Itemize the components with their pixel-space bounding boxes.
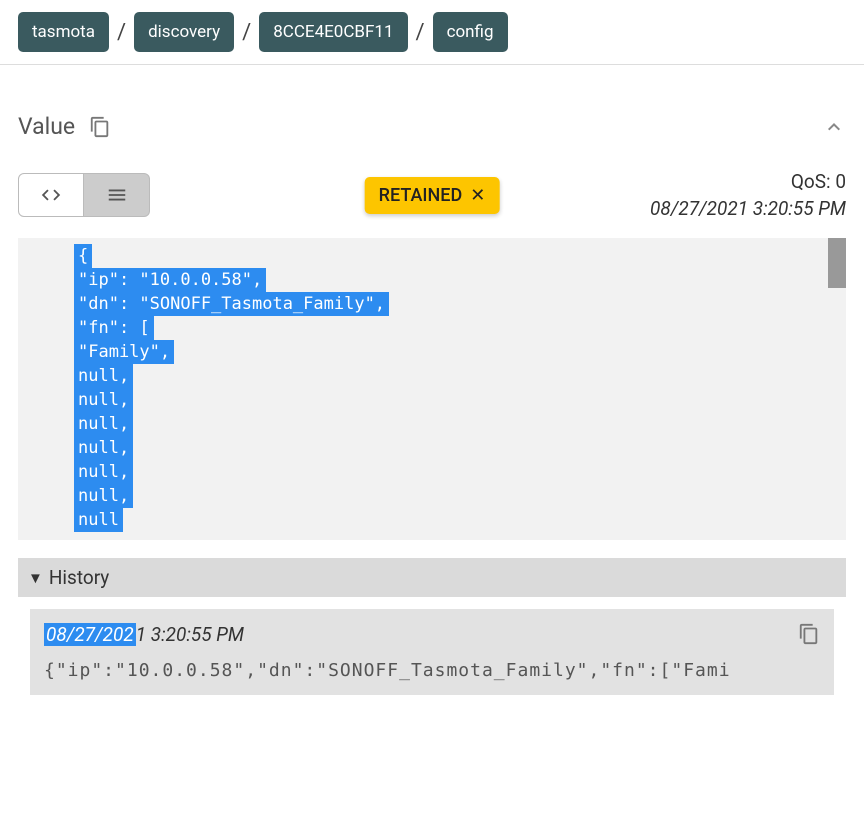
code-line: null, (74, 436, 133, 460)
code-line: "Family", (74, 340, 174, 364)
history-timestamp-highlight: 08/27/202 (44, 623, 136, 646)
history-title: History (49, 566, 109, 589)
code-line: null, (74, 412, 133, 436)
breadcrumb-bar: tasmota / discovery / 8CCE4E0CBF11 / con… (0, 0, 864, 65)
history-item[interactable]: 08/27/2021 3:20:55 PM {"ip":"10.0.0.58",… (30, 609, 834, 695)
history-payload: {"ip":"10.0.0.58","dn":"SONOFF_Tasmota_F… (44, 660, 820, 681)
history-toggle-icon: ▼ (28, 569, 43, 587)
lines-view-button[interactable] (84, 173, 150, 217)
code-line: "fn": [ (74, 316, 154, 340)
code-line: "dn": "SONOFF_Tasmota_Family", (74, 292, 389, 316)
code-line: null, (74, 460, 133, 484)
value-section: Value RETAINED ✕ (0, 65, 864, 725)
code-line: { (74, 244, 92, 268)
breadcrumb-config[interactable]: config (433, 12, 508, 52)
history-section: ▼ History 08/27/2021 3:20:55 PM {"ip":"1… (18, 558, 846, 695)
breadcrumb-separator: / (416, 20, 425, 45)
code-scrollbar[interactable] (828, 238, 846, 540)
value-timestamp: 08/27/2021 3:20:55 PM (650, 197, 846, 220)
chevron-up-icon[interactable] (822, 115, 846, 139)
history-timestamp: 08/27/2021 3:20:55 PM (44, 623, 820, 646)
copy-icon[interactable] (89, 116, 111, 138)
value-title: Value (18, 113, 75, 140)
copy-icon[interactable] (798, 623, 820, 645)
code-gutter (18, 238, 74, 540)
breadcrumb-discovery[interactable]: discovery (134, 12, 234, 52)
qos-label: QoS: 0 (791, 170, 846, 193)
breadcrumb-device-id[interactable]: 8CCE4E0CBF11 (259, 12, 407, 52)
history-header[interactable]: ▼ History (18, 558, 846, 597)
breadcrumb-tasmota[interactable]: tasmota (18, 12, 109, 52)
breadcrumb-separator: / (117, 20, 126, 45)
retained-label: RETAINED (379, 185, 463, 206)
code-view-button[interactable] (18, 173, 84, 217)
code-content: { "ip": "10.0.0.58", "dn": "SONOFF_Tasmo… (74, 238, 389, 540)
history-timestamp-rest: 1 3:20:55 PM (136, 623, 244, 646)
value-toolbar: RETAINED ✕ QoS: 0 08/27/2021 3:20:55 PM (18, 170, 846, 220)
code-icon (40, 184, 62, 206)
code-line: null (74, 508, 123, 532)
value-header: Value (18, 83, 846, 150)
code-line: "ip": "10.0.0.58", (74, 268, 266, 292)
code-line: null, (74, 364, 133, 388)
breadcrumb-separator: / (242, 20, 251, 45)
retained-badge: RETAINED ✕ (365, 177, 500, 214)
view-toggle-group (18, 173, 150, 217)
code-line: null, (74, 484, 133, 508)
lines-icon (106, 184, 128, 206)
retained-close-button[interactable]: ✕ (470, 185, 485, 206)
code-scrollthumb[interactable] (828, 238, 846, 288)
code-line: null, (74, 388, 133, 412)
code-block[interactable]: { "ip": "10.0.0.58", "dn": "SONOFF_Tasmo… (18, 238, 846, 540)
